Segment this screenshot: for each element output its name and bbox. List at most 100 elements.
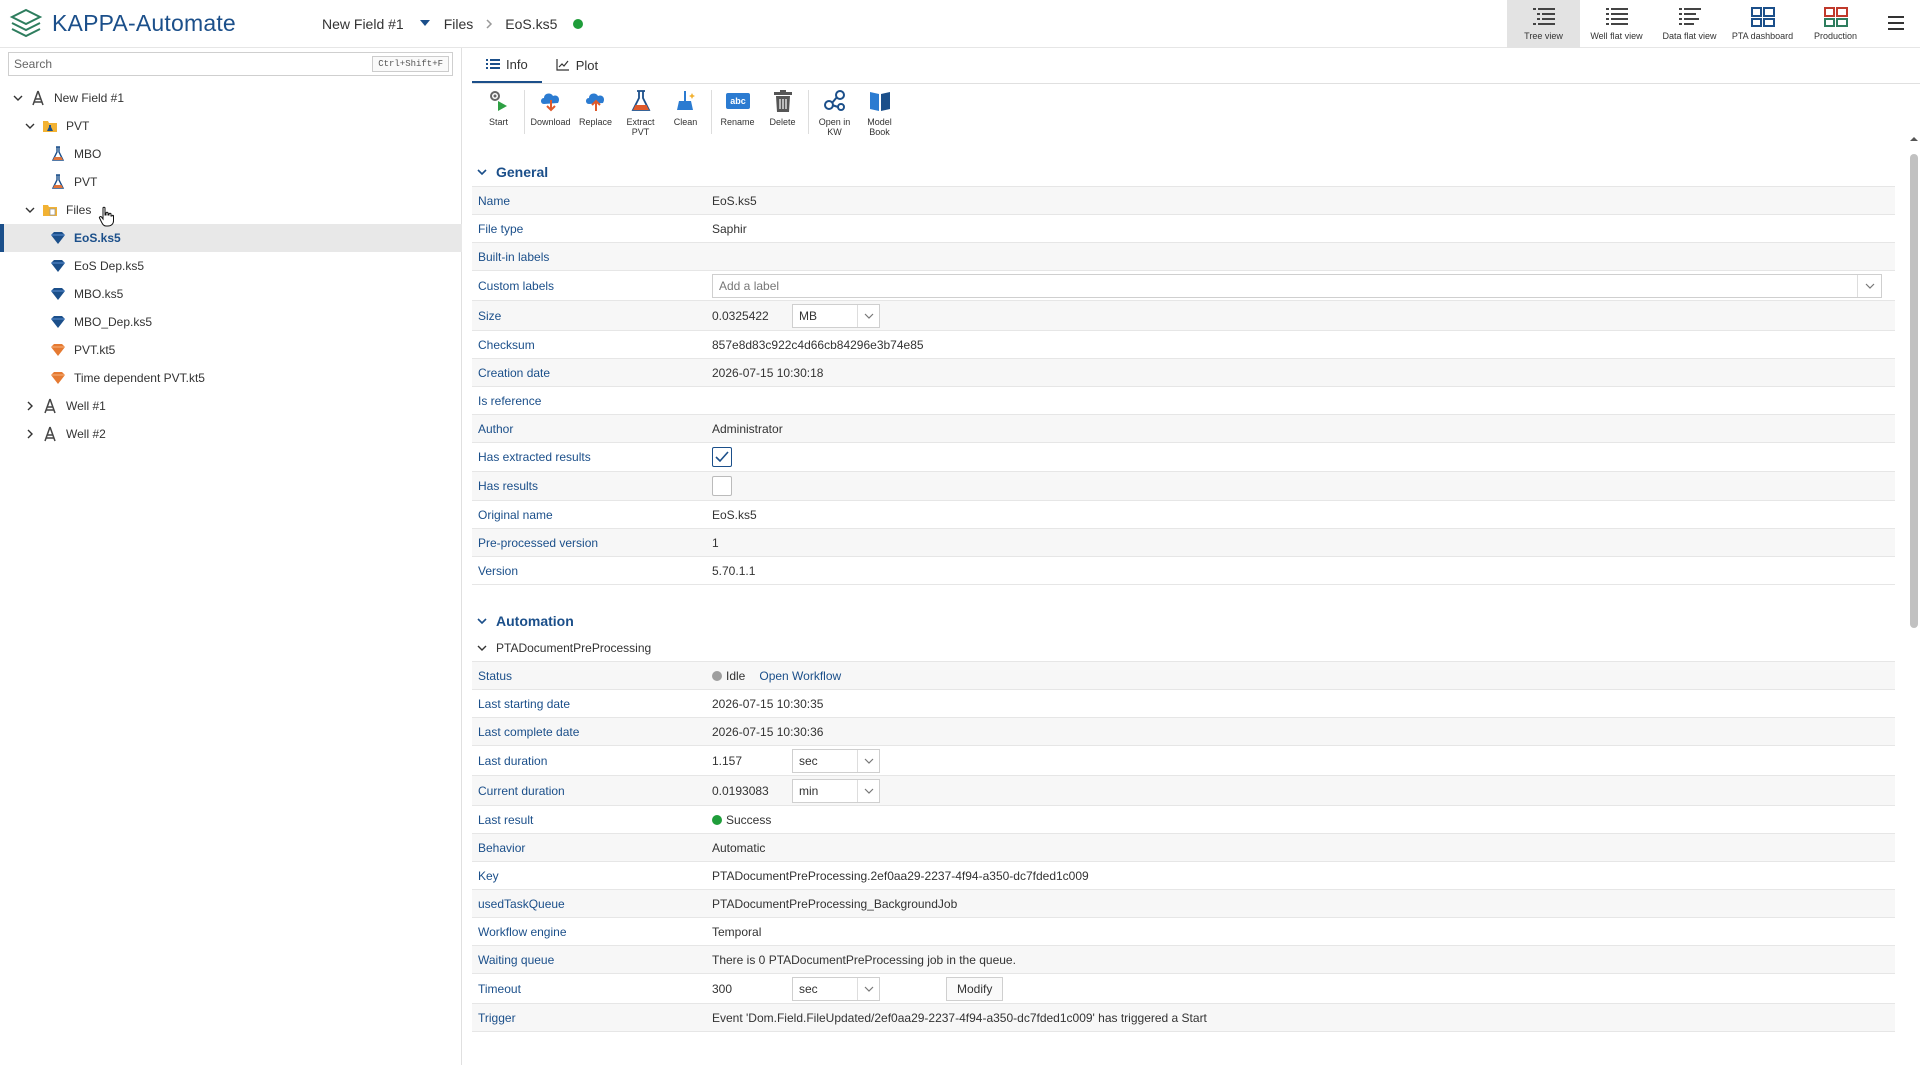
pvt-folder-icon [43, 121, 57, 132]
search-input[interactable] [9, 54, 373, 74]
general-section-header[interactable]: General [472, 158, 1896, 186]
last-duration-unit-value: sec [799, 753, 818, 768]
current-duration-unit-value: min [799, 783, 819, 798]
table-row: Pre-processed version 1 [472, 529, 1895, 557]
well-flat-view-label: Well flat view [1590, 31, 1643, 41]
chevron-down-icon[interactable] [24, 120, 36, 132]
cloud-upload-icon [585, 93, 604, 111]
tree-item-pvt-folder[interactable]: PVT [0, 112, 462, 140]
open-in-kw-button[interactable]: Open in KW [812, 88, 857, 144]
filetype-value: Saphir [712, 221, 747, 236]
open-workflow-link[interactable]: Open Workflow [759, 669, 841, 683]
menu-icon[interactable] [1886, 14, 1906, 32]
chevron-down-icon [477, 169, 487, 176]
breadcrumb-folder[interactable]: Files [438, 16, 480, 32]
model-book-button[interactable]: Model Book [857, 88, 902, 144]
download-button[interactable]: Download [528, 88, 573, 144]
field-dropdown-icon[interactable] [419, 19, 430, 28]
clean-button[interactable]: Clean [663, 88, 708, 144]
chevron-down-icon[interactable] [24, 204, 36, 216]
tree-item-label: MBO_Dep.ks5 [74, 315, 153, 329]
tree-item-mbo[interactable]: MBO [0, 140, 462, 168]
waiting-queue-value: There is 0 PTADocumentPreProcessing job … [712, 952, 1016, 967]
current-duration-unit-select[interactable]: min [792, 778, 880, 803]
last-duration-unit-select[interactable]: sec [792, 748, 880, 773]
app-title: KAPPA-Automate [52, 10, 236, 36]
tree-item-file-time-pvt[interactable]: Time dependent PVT.kt5 [0, 364, 462, 392]
tree-item-field[interactable]: New Field #1 [0, 84, 462, 112]
chevron-down-icon [864, 788, 873, 794]
production-button[interactable]: Production [1799, 0, 1872, 48]
table-row: Workflow engine Temporal [472, 918, 1895, 946]
modify-timeout-button[interactable]: Modify [946, 976, 1004, 1001]
model-book-label-2: Book [869, 127, 890, 137]
ks5-file-icon [51, 288, 65, 300]
version-value: 5.70.1.1 [712, 563, 756, 578]
property-label: Current duration [478, 783, 565, 798]
property-label: Trigger [478, 1010, 516, 1025]
delete-button[interactable]: Delete [760, 88, 805, 144]
automation-section-header[interactable]: Automation [472, 607, 1896, 635]
tab-bar: Info Plot [472, 48, 1920, 84]
tree-item-file-pvt-kt5[interactable]: PVT.kt5 [0, 336, 462, 364]
app-logo[interactable]: KAPPA-Automate [8, 6, 308, 42]
rename-button[interactable]: abc Rename [715, 88, 760, 144]
chevron-down-icon [864, 313, 873, 319]
property-label: Creation date [478, 365, 551, 380]
scroll-up-icon[interactable] [1909, 134, 1919, 144]
search-box[interactable]: Ctrl+Shift+F [8, 52, 453, 76]
table-row: Last complete date 2026-07-15 10:30:36 [472, 718, 1895, 746]
tree-item-files-folder[interactable]: Files [0, 196, 462, 224]
chevron-down-icon[interactable] [1865, 282, 1875, 290]
property-label: Status [478, 668, 513, 683]
trash-icon [773, 90, 792, 112]
size-unit-value: MB [799, 308, 817, 323]
tree-item-file-eos[interactable]: EoS.ks5 [0, 224, 462, 252]
property-label: Last result [478, 812, 534, 827]
breadcrumb-file[interactable]: EoS.ks5 [499, 16, 563, 32]
vertical-scrollbar[interactable] [1908, 132, 1920, 1065]
data-flat-view-button[interactable]: Data flat view [1653, 0, 1726, 48]
success-status-dot [712, 814, 722, 825]
breadcrumb-separator-icon [486, 18, 493, 29]
tree-view-button[interactable]: Tree view [1507, 0, 1580, 48]
tab-plot[interactable]: Plot [542, 47, 612, 83]
tab-info[interactable]: Info [472, 47, 542, 83]
tree-item-file-mbo[interactable]: MBO.ks5 [0, 280, 462, 308]
kt5-file-icon [51, 344, 65, 356]
tree-item-file-eos-dep[interactable]: EoS Dep.ks5 [0, 252, 462, 280]
replace-label: Replace [578, 117, 613, 127]
extract-pvt-button[interactable]: Extract PVT [618, 88, 663, 144]
property-label: Size [478, 308, 502, 323]
workflow-subsection-header[interactable]: PTADocumentPreProcessing [472, 635, 1896, 661]
chevron-right-icon[interactable] [24, 428, 36, 440]
tree-item-file-mbo-dep[interactable]: MBO_Dep.ks5 [0, 308, 462, 336]
sidebar: Ctrl+Shift+F New Field #1 PVT MBO PVT Fi… [0, 48, 462, 1065]
replace-button[interactable]: Replace [573, 88, 618, 144]
behavior-value: Automatic [712, 840, 766, 855]
file-toolbar: Start Download Replace Extract PVT Clean… [472, 84, 1920, 144]
tree-item-pvt[interactable]: PVT [0, 168, 462, 196]
well-flat-view-button[interactable]: Well flat view [1580, 0, 1653, 48]
scrollbar-thumb[interactable] [1910, 154, 1918, 628]
last-result-value: Success [726, 812, 772, 827]
kappa-logo-icon [9, 8, 43, 37]
chevron-down-icon[interactable] [12, 92, 24, 104]
table-row: Custom labels Add a label [472, 271, 1895, 301]
size-unit-select[interactable]: MB [792, 303, 880, 328]
tree-item-well-2[interactable]: Well #2 [0, 420, 462, 448]
model-book-label-1: Model [867, 117, 892, 127]
table-row: Creation date 2026-07-15 10:30:18 [472, 359, 1895, 387]
production-label: Production [1813, 31, 1858, 41]
custom-labels-input[interactable]: Add a label [712, 273, 1882, 298]
tree-item-well-1[interactable]: Well #1 [0, 392, 462, 420]
pta-dashboard-button[interactable]: PTA dashboard [1726, 0, 1799, 48]
file-status-dot [573, 18, 584, 29]
start-button[interactable]: Start [476, 88, 521, 144]
chevron-right-icon[interactable] [24, 400, 36, 412]
workflow-engine-value: Temporal [712, 924, 762, 939]
has-results-checkbox[interactable] [712, 476, 732, 496]
breadcrumb-field[interactable]: New Field #1 [316, 16, 410, 32]
timeout-unit-select[interactable]: sec [792, 976, 880, 1001]
has-extracted-results-checkbox[interactable] [712, 447, 732, 467]
